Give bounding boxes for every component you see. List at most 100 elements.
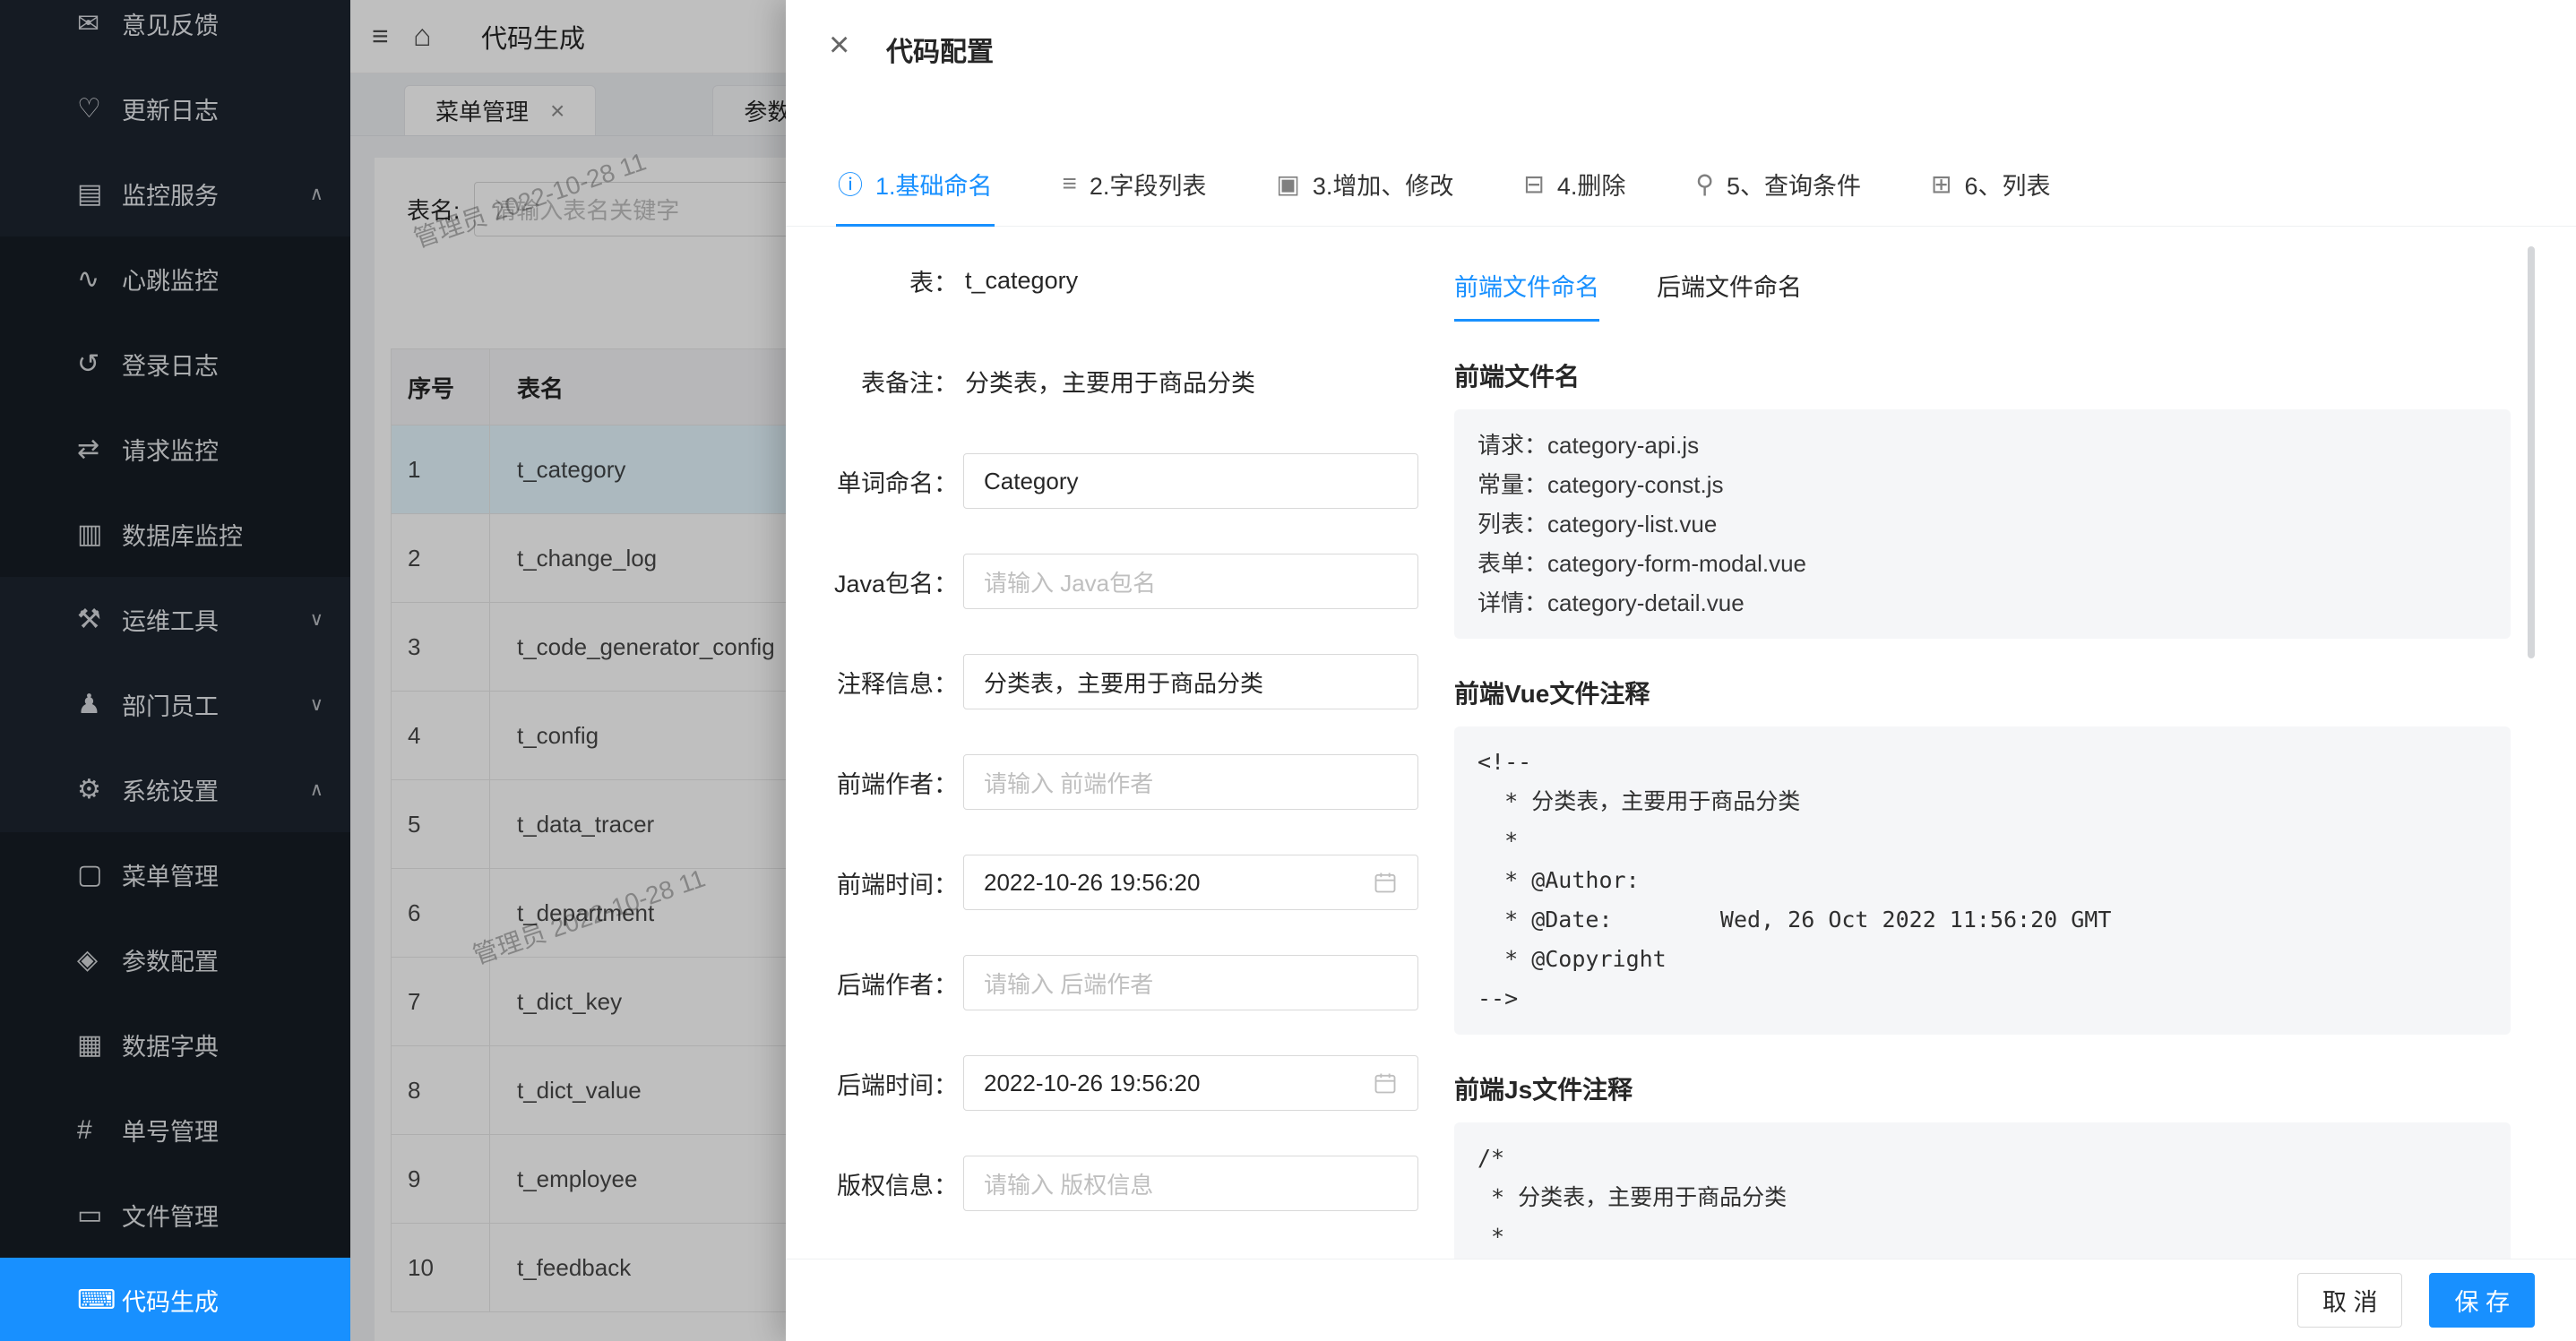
file-name-line: 请求：category-api.js xyxy=(1478,426,2487,465)
sidebar-menu: ✉ 意见反馈 ♡ 更新日志 ▤ 监控服务 ∧ ∿ xyxy=(0,0,350,1341)
form-field-row: 前端作者： 请输入 前端作者 xyxy=(786,755,1454,809)
field-input[interactable]: 请输入 后端作者 xyxy=(963,955,1418,1010)
step-label: 5、查询条件 xyxy=(1727,167,1861,202)
calendar-icon xyxy=(1373,1070,1398,1096)
code-generate-icon: ⌨ xyxy=(77,1285,122,1316)
section-heading: 前端Vue文件注释 xyxy=(1454,675,2511,710)
sidebar-item[interactable]: ◈ 参数配置 xyxy=(0,917,350,1002)
code-line: * @Date: Wed, 26 Oct 2022 11:56:20 GMT xyxy=(1478,900,2487,940)
chevron-icon: ∨ xyxy=(310,608,323,631)
tab-backend-file-naming[interactable]: 后端文件命名 xyxy=(1657,268,1802,322)
sidebar-item[interactable]: ∿ 心跳监控 xyxy=(0,236,350,322)
sidebar-item[interactable]: ▥ 数据库监控 xyxy=(0,492,350,577)
field-input[interactable]: 请输入 Java包名 xyxy=(963,554,1418,609)
request-monitor-icon: ⇄ xyxy=(77,434,122,465)
field-label: 前端时间： xyxy=(786,865,958,900)
field-input[interactable]: 请输入 版权信息 xyxy=(963,1156,1418,1211)
file-search-icon: ⚲ xyxy=(1695,169,1714,199)
tab-frontend-file-naming[interactable]: 前端文件命名 xyxy=(1454,268,1599,322)
sidebar-item[interactable]: ⌨ 代码生成 xyxy=(0,1258,350,1341)
field-input[interactable]: 分类表，主要用于商品分类 xyxy=(963,654,1418,709)
field-label: 前端作者： xyxy=(786,765,958,800)
sidebar-item-label: 更新日志 xyxy=(122,91,323,126)
field-input[interactable]: 2022-10-26 19:56:20 xyxy=(963,1055,1418,1111)
chevron-icon: ∧ xyxy=(310,183,323,205)
code-line: * 分类表，主要用于商品分类 xyxy=(1478,1178,2487,1217)
code-line: * 分类表，主要用于商品分类 xyxy=(1478,782,2487,821)
config-step-tab[interactable]: ⊞ 6、列表 xyxy=(1931,142,2051,226)
vue-comment-box: <!-- * 分类表，主要用于商品分类 * * @Author: * @Date… xyxy=(1454,726,2511,1035)
code-line: * @Copyright xyxy=(1478,940,2487,979)
sidebar-item[interactable]: ⚒ 运维工具 ∨ xyxy=(0,577,350,662)
sidebar-item[interactable]: ♟ 部门员工 ∨ xyxy=(0,662,350,747)
sidebar-item[interactable]: # 单号管理 xyxy=(0,1087,350,1173)
table-label: 表： xyxy=(786,263,958,298)
team-icon: ♟ xyxy=(77,689,122,720)
field-label: 版权信息： xyxy=(786,1166,958,1201)
field-input[interactable]: 请输入 前端作者 xyxy=(963,754,1418,810)
heartbeat-icon: ∿ xyxy=(77,263,122,295)
sidebar-item[interactable]: ✉ 意见反馈 xyxy=(0,0,350,66)
field-label: Java包名： xyxy=(786,564,958,599)
sidebar-item-label: 意见反馈 xyxy=(122,6,323,41)
code-line: <!-- xyxy=(1478,743,2487,782)
drawer-body: 表： t_category 表备注： 分类表，主要用于商品分类 单词命名： Ca… xyxy=(786,227,2576,1259)
drawer-title: 代码配置 xyxy=(886,30,994,69)
sidebar-item[interactable]: ♡ 更新日志 xyxy=(0,66,350,151)
config-step-tabs: ⓘ 1.基础命名 ≡ 2.字段列表 ▣ 3.增加、修改 ⊟ 4.删除 xyxy=(786,142,2576,227)
field-label: 后端作者： xyxy=(786,966,958,1001)
file-name-line: 常量：category-const.js xyxy=(1478,465,2487,504)
save-icon: ▣ xyxy=(1276,169,1299,199)
section-frontend-vue-comment: 前端Vue文件注释 <!-- * 分类表，主要用于商品分类 * * @Autho… xyxy=(1454,675,2511,1035)
field-placeholder: 请输入 Java包名 xyxy=(984,565,1156,598)
config-step-tab[interactable]: ▣ 3.增加、修改 xyxy=(1276,142,1453,226)
heart-icon: ♡ xyxy=(77,93,122,125)
app-root: ✉ 意见反馈 ♡ 更新日志 ▤ 监控服务 ∧ ∿ xyxy=(0,0,2576,1341)
chevron-icon: ∨ xyxy=(310,693,323,716)
field-value: 2022-10-26 19:56:20 xyxy=(984,1070,1200,1097)
sidebar-item[interactable]: ⇄ 请求监控 xyxy=(0,407,350,492)
cancel-button[interactable]: 取 消 xyxy=(2297,1273,2403,1328)
sidebar-item-label: 单号管理 xyxy=(122,1113,323,1148)
file-name-line: 表单：category-form-modal.vue xyxy=(1478,544,2487,583)
config-step-tab[interactable]: ≡ 2.字段列表 xyxy=(1063,142,1207,226)
sidebar-item-label: 登录日志 xyxy=(122,347,323,382)
section-frontend-js-comment: 前端Js文件注释 /* * 分类表，主要用于商品分类 * * @Author: xyxy=(1454,1070,2511,1259)
feedback-icon: ✉ xyxy=(77,8,122,39)
js-comment-box: /* * 分类表，主要用于商品分类 * * @Author: xyxy=(1454,1122,2511,1259)
save-button[interactable]: 保 存 xyxy=(2429,1273,2535,1328)
file-naming-tabs: 前端文件命名 后端文件命名 xyxy=(1454,227,2511,322)
menu-manage-icon: ▢ xyxy=(77,859,122,890)
sidebar-item-label: 数据字典 xyxy=(122,1027,323,1062)
field-input[interactable]: Category xyxy=(963,453,1418,509)
sidebar-item[interactable]: ▭ 文件管理 xyxy=(0,1173,350,1258)
form-row-table: 表： t_category xyxy=(786,254,1454,307)
step-label: 1.基础命名 xyxy=(875,167,993,202)
sidebar-item-label: 运维工具 xyxy=(122,602,310,637)
sidebar-item-label: 部门员工 xyxy=(122,687,310,722)
field-label: 后端时间： xyxy=(786,1066,958,1101)
form-field-row: Java包名： 请输入 Java包名 xyxy=(786,554,1454,608)
section-heading: 前端Js文件注释 xyxy=(1454,1070,2511,1106)
code-line: * xyxy=(1478,1217,2487,1257)
file-naming-panel: 前端文件命名 后端文件命名 前端文件名 请求：category-api.js常量… xyxy=(1454,227,2511,1259)
sidebar-item-label: 菜单管理 xyxy=(122,857,323,892)
sidebar-item[interactable]: ⚙ 系统设置 ∧ xyxy=(0,747,350,832)
sidebar-item-label: 文件管理 xyxy=(122,1198,323,1233)
sidebar: ✉ 意见反馈 ♡ 更新日志 ▤ 监控服务 ∧ ∿ xyxy=(0,0,350,1341)
drawer-footer: 取 消 保 存 xyxy=(786,1259,2576,1341)
config-step-tab[interactable]: ⚲ 5、查询条件 xyxy=(1695,142,1861,226)
sidebar-item[interactable]: ▦ 数据字典 xyxy=(0,1002,350,1087)
sidebar-item[interactable]: ▢ 菜单管理 xyxy=(0,832,350,917)
sidebar-item[interactable]: ▤ 监控服务 ∧ xyxy=(0,151,350,236)
config-step-tab[interactable]: ⊟ 4.删除 xyxy=(1523,142,1625,226)
field-input[interactable]: 2022-10-26 19:56:20 xyxy=(963,855,1418,910)
close-icon[interactable]: × xyxy=(829,27,849,63)
table-value: t_category xyxy=(965,267,1078,295)
drawer-scrollbar-thumb[interactable] xyxy=(2528,246,2535,658)
sidebar-item[interactable]: ↺ 登录日志 xyxy=(0,322,350,407)
config-step-tab[interactable]: ⓘ 1.基础命名 xyxy=(838,142,993,226)
section-heading: 前端文件名 xyxy=(1454,357,2511,393)
field-label: 注释信息： xyxy=(786,665,958,700)
sidebar-item-label: 请求监控 xyxy=(122,432,323,467)
